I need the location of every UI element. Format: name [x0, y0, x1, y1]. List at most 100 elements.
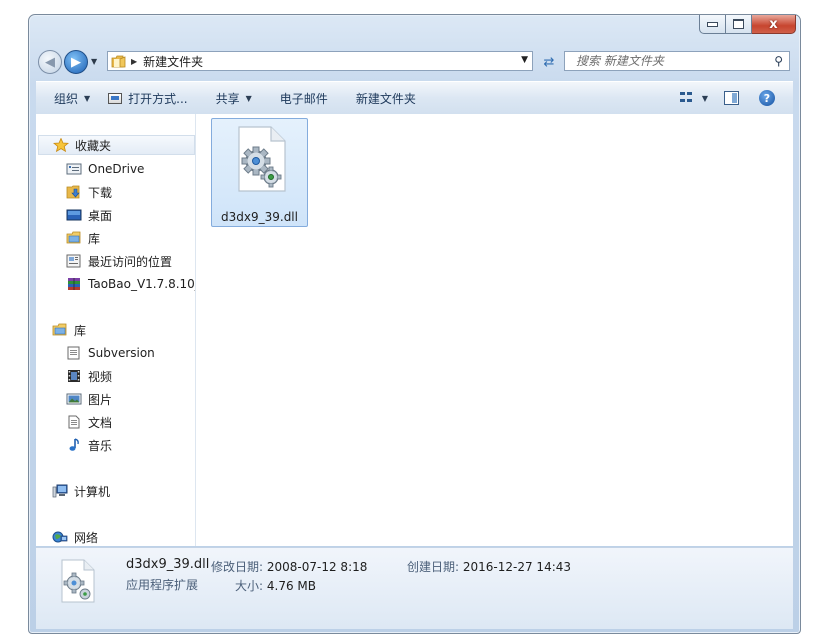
nav-item-label: Subversion	[88, 346, 155, 360]
nav-item-network[interactable]: 网络	[52, 527, 98, 546]
created-value: 2016-12-27 14:43	[462, 560, 572, 574]
nav-item-pictures[interactable]: 图片	[66, 389, 112, 409]
back-button[interactable]: ◀	[38, 50, 62, 74]
back-arrow-icon: ◀	[45, 54, 55, 70]
search-input[interactable]	[574, 53, 758, 69]
archive-icon	[66, 277, 82, 291]
nav-item-label: 图片	[88, 392, 113, 407]
details-file-type: 应用程序扩展	[126, 578, 199, 592]
share-label: 共享	[215, 91, 240, 106]
nav-item-label: 桌面	[88, 208, 113, 223]
nav-libraries-header[interactable]: 库	[52, 320, 86, 340]
refresh-button[interactable]: ⇄	[535, 51, 563, 73]
organize-label: 组织	[54, 91, 79, 106]
nav-item-recent[interactable]: 最近访问的位置	[66, 251, 172, 271]
nav-item-computer[interactable]: 计算机	[52, 481, 110, 501]
command-bar: 组织 ▼ 打开方式... 共享 ▼ 电子邮件 新建文件夹 ▼ ?	[36, 81, 793, 115]
desktop-icon	[66, 208, 82, 222]
created-label: 创建日期:	[407, 560, 460, 574]
nav-item-label: OneDrive	[88, 162, 145, 176]
chevron-down-icon[interactable]: ▼	[702, 94, 708, 103]
document-library-icon	[66, 346, 82, 360]
search-icon[interactable]: ⚲	[774, 54, 783, 68]
nav-item-label: 库	[88, 231, 101, 246]
organize-menu[interactable]: 组织 ▼	[54, 90, 90, 107]
email-label: 电子邮件	[279, 91, 328, 106]
preview-pane-icon[interactable]	[724, 91, 739, 105]
nav-favorites-header[interactable]: 收藏夹	[38, 135, 195, 155]
details-modified: 修改日期: 2008-07-12 8:18	[211, 558, 367, 575]
nav-item-label: TaoBao_V1.7.8.10_	[88, 277, 196, 291]
minimize-icon	[707, 21, 718, 27]
nav-item-desktop[interactable]: 桌面	[66, 205, 112, 225]
close-button[interactable]: x	[752, 15, 796, 34]
nav-item-videos[interactable]: 视频	[66, 366, 112, 386]
close-icon: x	[769, 16, 778, 32]
details-file-name: d3dx9_39.dll	[126, 557, 210, 572]
modified-label: 修改日期:	[211, 560, 264, 574]
computer-icon	[52, 484, 68, 498]
nav-item-label: 音乐	[88, 438, 113, 453]
open-with-icon	[108, 92, 123, 104]
size-label: 大小:	[235, 579, 264, 593]
maximize-button[interactable]	[726, 15, 752, 34]
library-icon	[52, 323, 68, 337]
view-grid-icon	[679, 92, 693, 104]
history-dropdown-icon[interactable]: ▼	[91, 57, 97, 66]
onedrive-icon	[66, 162, 82, 176]
details-size: 大小: 4.76 MB	[235, 577, 316, 594]
star-icon	[52, 137, 70, 153]
open-with-label: 打开方式...	[128, 91, 188, 106]
breadcrumb-separator-icon[interactable]: ▶	[131, 57, 137, 66]
recent-places-icon	[66, 254, 82, 268]
size-value: 4.76 MB	[266, 579, 316, 593]
nav-item-label: 视频	[88, 369, 113, 384]
file-list[interactable]: d3dx9_39.dll	[196, 114, 793, 546]
forward-arrow-icon: ▶	[71, 54, 81, 70]
folder-icon	[111, 55, 126, 68]
file-item[interactable]: d3dx9_39.dll	[211, 118, 308, 227]
nav-item-library-fav[interactable]: 库	[66, 228, 100, 248]
nav-item-onedrive[interactable]: OneDrive	[66, 159, 144, 179]
command-bar-right: ▼ ?	[679, 82, 793, 114]
music-icon	[66, 438, 82, 452]
nav-item-music[interactable]: 音乐	[66, 435, 112, 455]
caption-buttons: x	[699, 15, 796, 35]
nav-item-label: 文档	[88, 415, 113, 430]
nav-libraries-label: 库	[74, 323, 87, 338]
navigation-pane[interactable]: 收藏夹 OneDrive 下载 桌面 库 最近访问的位置 TaoBao_V1.7…	[36, 114, 196, 546]
nav-item-downloads[interactable]: 下载	[66, 182, 112, 202]
nav-item-label: 计算机	[74, 484, 111, 499]
gear-file-icon	[231, 125, 289, 196]
open-with-button[interactable]: 打开方式...	[108, 90, 188, 107]
nav-item-label: 最近访问的位置	[88, 254, 173, 269]
video-icon	[66, 369, 82, 383]
nav-item-taobao[interactable]: TaoBao_V1.7.8.10_	[66, 274, 196, 294]
search-box[interactable]: ⚲	[564, 51, 790, 71]
details-created: 创建日期: 2016-12-27 14:43	[407, 558, 571, 575]
share-menu[interactable]: 共享 ▼	[216, 90, 252, 107]
nav-favorites-label: 收藏夹	[75, 138, 112, 153]
address-bar[interactable]: ▶ 新建文件夹 ▼	[107, 51, 533, 71]
new-folder-label: 新建文件夹	[355, 91, 416, 106]
main-area: 收藏夹 OneDrive 下载 桌面 库 最近访问的位置 TaoBao_V1.7…	[36, 114, 793, 546]
forward-button[interactable]: ▶	[64, 50, 88, 74]
address-dropdown-icon[interactable]: ▼	[521, 55, 528, 65]
change-view-button[interactable]: ▼	[679, 92, 708, 104]
documents-icon	[66, 415, 82, 429]
minimize-button[interactable]	[699, 15, 726, 34]
breadcrumb-current[interactable]: 新建文件夹	[143, 53, 203, 70]
refresh-icon: ⇄	[543, 54, 555, 70]
maximize-icon	[733, 19, 744, 29]
help-icon[interactable]: ?	[759, 90, 775, 106]
email-button[interactable]: 电子邮件	[280, 90, 328, 107]
details-pane: d3dx9_39.dll 应用程序扩展 修改日期: 2008-07-12 8:1…	[36, 547, 793, 629]
modified-value: 2008-07-12 8:18	[266, 560, 368, 574]
nav-item-subversion[interactable]: Subversion	[66, 343, 155, 363]
nav-buttons: ◀ ▶ ▼	[37, 49, 107, 75]
library-icon	[66, 231, 82, 245]
nav-item-documents[interactable]: 文档	[66, 412, 112, 432]
new-folder-button[interactable]: 新建文件夹	[356, 90, 416, 107]
network-icon	[52, 530, 68, 544]
nav-item-label: 下载	[88, 185, 113, 200]
